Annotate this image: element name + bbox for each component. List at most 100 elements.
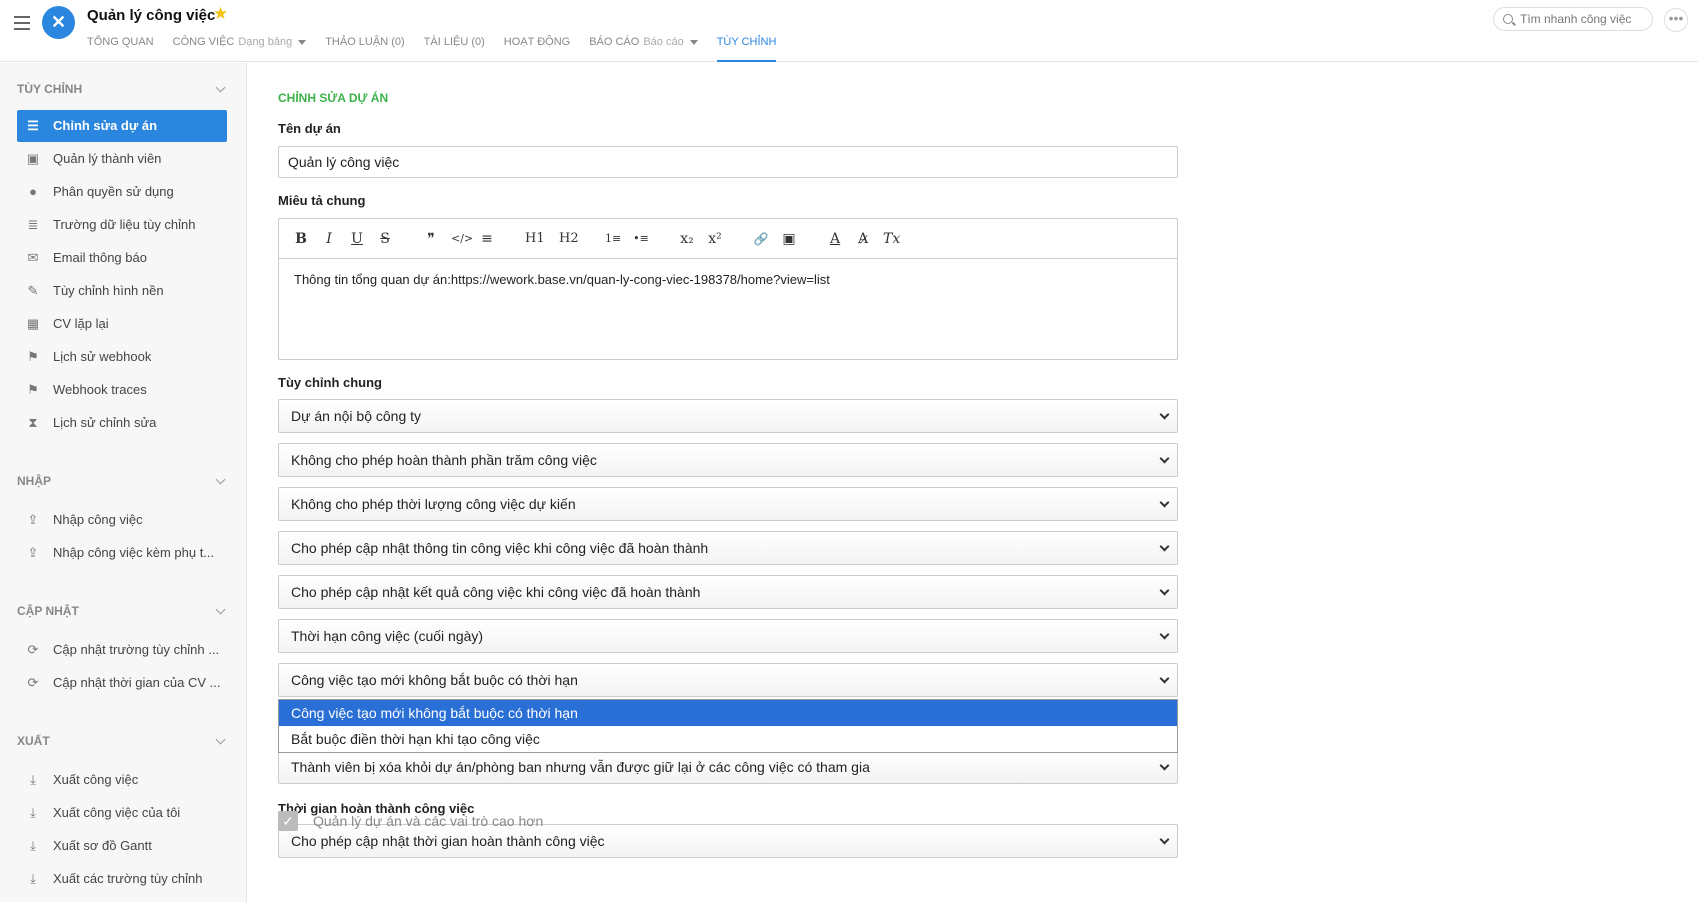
- chevron-down-icon: [1159, 673, 1170, 684]
- heading1-button[interactable]: H1: [525, 231, 545, 246]
- flag-icon: ⚑: [27, 349, 39, 364]
- sidebar-item-edit-project[interactable]: ☰ Chỉnh sửa dự án: [17, 110, 227, 142]
- tab-sublabel: Báo cáo: [643, 36, 684, 48]
- underline-button[interactable]: U: [349, 231, 365, 247]
- app-logo[interactable]: ✕: [42, 6, 75, 39]
- highlight-button[interactable]: A̷: [855, 231, 871, 247]
- sidebar-item-webhook-history[interactable]: ⚑ Lịch sử webhook: [17, 341, 227, 373]
- sidebar-item-export-gantt[interactable]: ⤓ Xuất sơ đồ Gantt: [17, 830, 227, 862]
- sidebar-item-email[interactable]: ✉ Email thông báo: [17, 242, 227, 274]
- tab-reports[interactable]: BÁO CÁO Báo cáo: [589, 36, 698, 62]
- dropdown-option[interactable]: Bắt buộc điền thời hạn khi tạo công việc: [279, 726, 1177, 752]
- superscript-button[interactable]: x²: [707, 231, 723, 247]
- ordered-list-button[interactable]: 1≡: [605, 232, 621, 245]
- bullet-list-button[interactable]: •≡: [633, 232, 649, 245]
- sidebar-item-label: Quản lý thành viên: [53, 151, 162, 166]
- chevron-down-icon: [1159, 760, 1170, 771]
- font-color-button[interactable]: A: [827, 231, 843, 247]
- image-button[interactable]: ▣: [781, 231, 797, 247]
- description-text[interactable]: Thông tin tổng quan dự án:https://wework…: [279, 259, 1177, 300]
- deadline-type-select[interactable]: Thời hạn công việc (cuối ngày): [278, 619, 1178, 653]
- chevron-down-icon: [1159, 585, 1170, 596]
- sidebar-item-export-tasks[interactable]: ⤓ Xuất công việc: [17, 764, 227, 796]
- align-button[interactable]: ≡: [479, 231, 495, 247]
- sidebar-item-label: CV lặp lại: [53, 316, 109, 331]
- manager-role-checkbox[interactable]: ✓: [278, 811, 298, 831]
- project-type-select[interactable]: Dự án nội bộ công ty: [278, 399, 1178, 433]
- sidebar-item-edit-history[interactable]: ⧗ Lịch sử chỉnh sửa: [17, 407, 227, 439]
- menu-icon[interactable]: [14, 16, 30, 30]
- tab-tasks[interactable]: CÔNG VIỆC Dạng bảng: [173, 36, 307, 62]
- sidebar-item-label: Cập nhật trường tùy chỉnh ...: [53, 642, 220, 657]
- removed-member-select[interactable]: Thành viên bị xóa khỏi dự án/phòng ban n…: [278, 750, 1178, 784]
- tab-activity[interactable]: HOẠT ĐỘNG: [504, 36, 570, 62]
- completion-time-select[interactable]: Cho phép cập nhật thời gian hoàn thành c…: [278, 824, 1178, 858]
- italic-button[interactable]: I: [321, 231, 337, 247]
- flag-icon: ⚑: [27, 382, 39, 397]
- sidebar-item-members[interactable]: ▣ Quản lý thành viên: [17, 143, 227, 175]
- sidebar-item-webhook-traces[interactable]: ⚑ Webhook traces: [17, 374, 227, 406]
- sidebar-item-label: Nhập công việc kèm phụ t...: [53, 545, 215, 560]
- percent-complete-select[interactable]: Không cho phép hoàn thành phần trăm công…: [278, 443, 1178, 477]
- download-icon: ⤓: [30, 871, 36, 886]
- sidebar-item-custom-fields[interactable]: ≣ Trường dữ liệu tùy chỉnh: [17, 209, 227, 241]
- tab-customize[interactable]: TÙY CHỈNH: [716, 36, 777, 62]
- update-info-select[interactable]: Cho phép cập nhật thông tin công việc kh…: [278, 531, 1178, 565]
- project-name-input[interactable]: Quản lý công việc: [278, 146, 1178, 178]
- duration-select[interactable]: Không cho phép thời lượng công việc dự k…: [278, 487, 1178, 521]
- download-icon: ⤓: [30, 772, 36, 787]
- download-icon: ⤓: [30, 805, 36, 820]
- sidebar-item-recurring[interactable]: ▦ CV lặp lại: [17, 308, 227, 340]
- download-icon: ⤓: [30, 838, 36, 853]
- caret-down-icon[interactable]: [298, 39, 307, 45]
- upload-icon: ⇪: [27, 512, 39, 527]
- chevron-down-icon[interactable]: [215, 734, 226, 745]
- tab-documents[interactable]: TÀI LIỆU (0): [424, 36, 485, 62]
- chevron-down-icon[interactable]: [215, 82, 226, 93]
- search-input[interactable]: Tìm nhanh công việc: [1493, 7, 1653, 31]
- more-options-icon[interactable]: •••: [1664, 8, 1688, 32]
- caret-down-icon[interactable]: [689, 39, 698, 45]
- sidebar: TÙY CHỈNH ☰ Chỉnh sửa dự án ▣ Quản lý thàn…: [0, 63, 247, 902]
- sidebar-item-label: Xuất công việc: [53, 772, 139, 787]
- refresh-icon: ⟳: [27, 642, 39, 657]
- chevron-down-icon[interactable]: [215, 604, 226, 615]
- sidebar-item-update-time[interactable]: ⟳ Cập nhật thời gian của CV ...: [17, 667, 227, 699]
- sidebar-item-export-custom-fields[interactable]: ⤓ Xuất các trường tùy chỉnh: [17, 863, 227, 895]
- sidebar-item-update-fields[interactable]: ⟳ Cập nhật trường tùy chỉnh ...: [17, 634, 227, 666]
- sidebar-item-label: Chỉnh sửa dự án: [53, 118, 158, 133]
- quote-button[interactable]: ❞: [423, 231, 439, 247]
- update-result-select[interactable]: Cho phép cập nhật kết quả công việc khi …: [278, 575, 1178, 609]
- chevron-down-icon: [1159, 629, 1170, 640]
- sidebar-item-permissions[interactable]: ● Phân quyền sử dụng: [17, 176, 227, 208]
- tab-label: THẢO LUẬN (0): [325, 36, 405, 48]
- dropdown-option[interactable]: Công việc tạo mới không bắt buộc có thời…: [279, 700, 1177, 726]
- code-button[interactable]: </>: [451, 232, 473, 245]
- chevron-down-icon[interactable]: [215, 474, 226, 485]
- upload-icon: ⇪: [27, 545, 39, 560]
- tab-overview[interactable]: TỔNG QUAN: [87, 36, 154, 62]
- chevron-down-icon: [1159, 497, 1170, 508]
- sidebar-item-import-attachments[interactable]: ⇪ Nhập công việc kèm phụ t...: [17, 537, 227, 569]
- strike-button[interactable]: S: [377, 231, 393, 247]
- sidebar-item-label: Lịch sử webhook: [53, 349, 152, 364]
- search-icon: [1503, 14, 1513, 24]
- tab-label: TỔNG QUAN: [87, 36, 154, 48]
- sidebar-item-label: Email thông báo: [53, 250, 147, 265]
- sidebar-item-background[interactable]: ✎ Tùy chỉnh hình nền: [17, 275, 227, 307]
- star-icon[interactable]: ★: [213, 4, 228, 24]
- deadline-required-select[interactable]: Công việc tạo mới không bắt buộc có thời…: [278, 663, 1178, 697]
- tab-discussion[interactable]: THẢO LUẬN (0): [325, 36, 404, 62]
- sidebar-item-export-my-tasks[interactable]: ⤓ Xuất công việc của tôi: [17, 797, 227, 829]
- sidebar-item-label: Trường dữ liệu tùy chỉnh: [53, 217, 196, 232]
- project-name-label: Tên dự án: [278, 121, 341, 136]
- tab-label: BÁO CÁO: [589, 36, 640, 48]
- clear-format-button[interactable]: Tx: [883, 231, 900, 247]
- bold-button[interactable]: B: [293, 231, 309, 247]
- link-button[interactable]: 🔗: [753, 232, 769, 246]
- subscript-button[interactable]: x₂: [679, 231, 695, 247]
- sidebar-item-import-tasks[interactable]: ⇪ Nhập công việc: [17, 504, 227, 536]
- select-value: Dự án nội bộ công ty: [291, 408, 422, 424]
- refresh-icon: ⟳: [27, 675, 39, 690]
- heading2-button[interactable]: H2: [559, 231, 579, 246]
